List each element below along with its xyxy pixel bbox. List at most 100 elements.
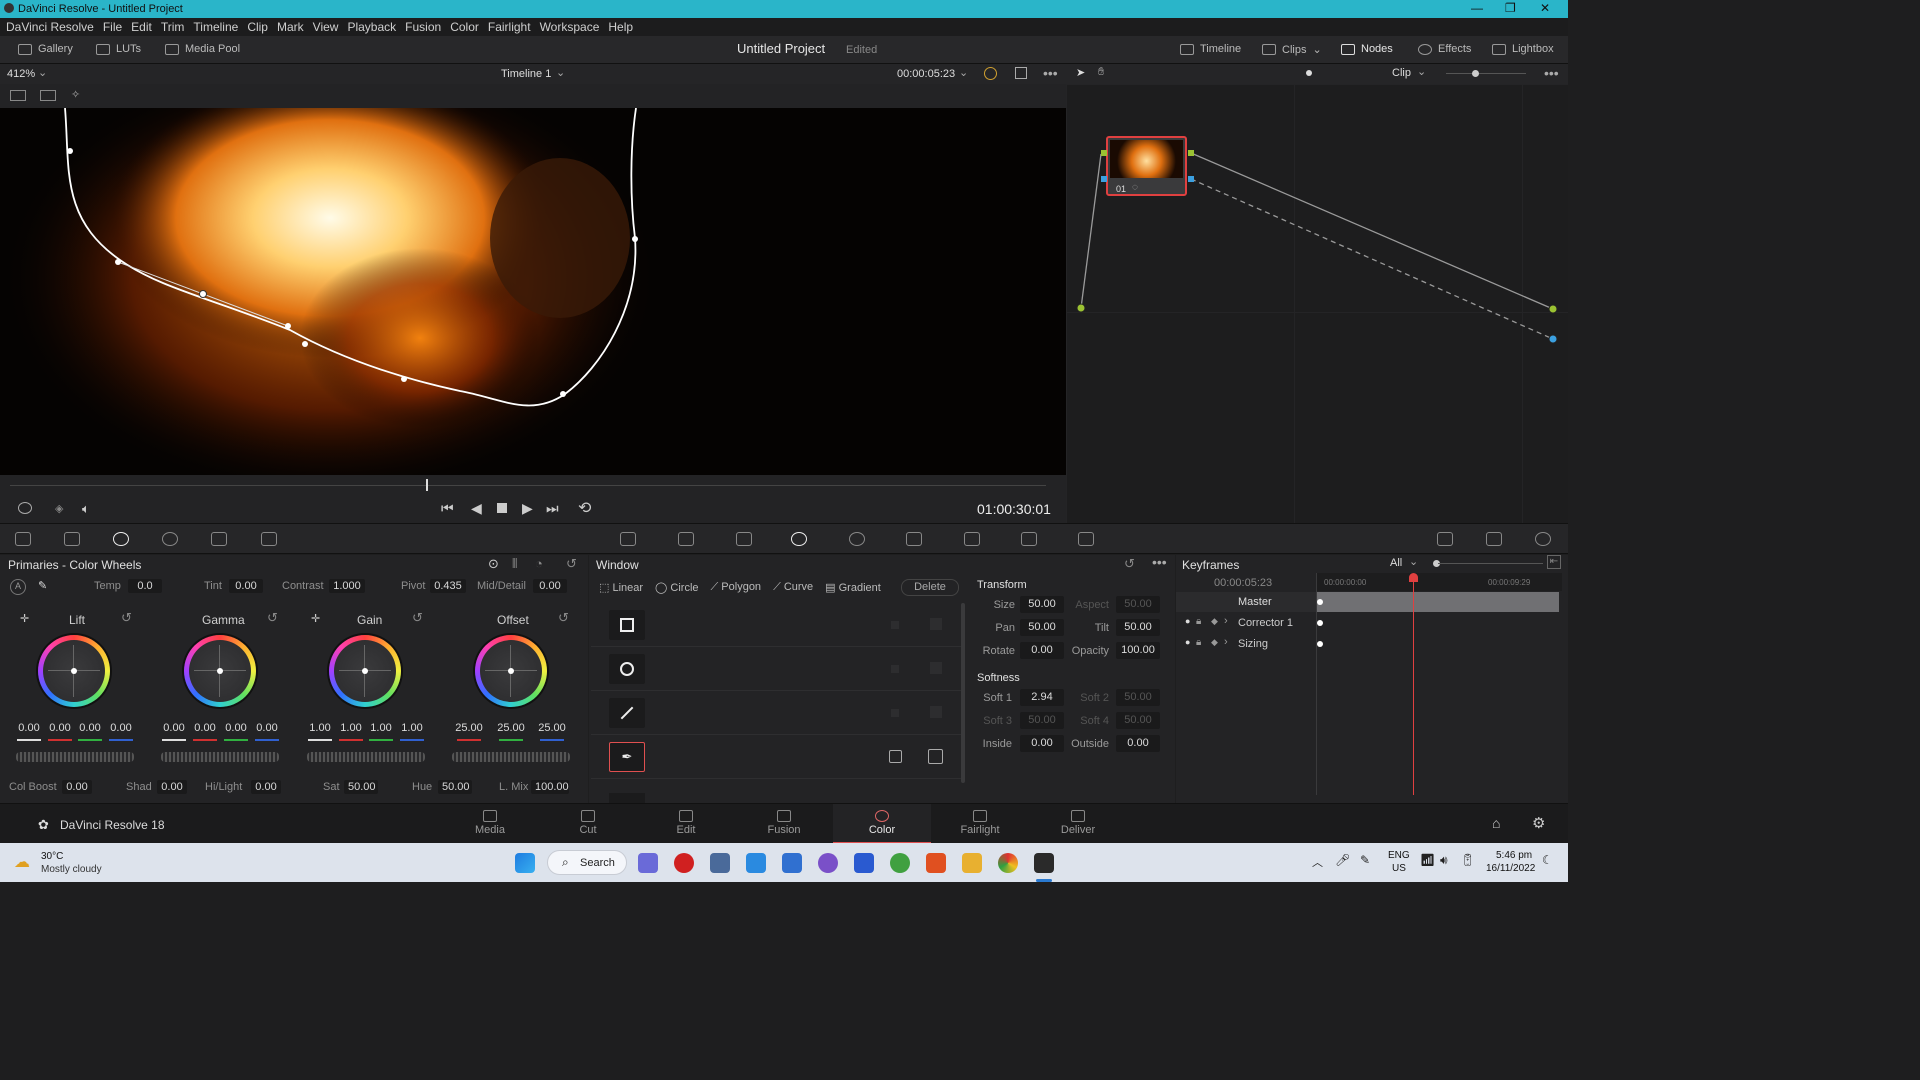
chevron-right-icon[interactable]: › <box>1224 615 1228 627</box>
pivot-field[interactable]: 0.435 <box>430 579 466 593</box>
soft2-field[interactable]: 50.00 <box>1116 689 1160 706</box>
lift-b-value[interactable]: 0.00 <box>107 722 135 734</box>
window-enable-toggle[interactable] <box>891 665 899 673</box>
keyframe-dot[interactable] <box>1317 599 1323 605</box>
volume-icon[interactable]: 🔊︎ <box>1440 853 1448 868</box>
keyframe-dot[interactable] <box>1317 620 1323 626</box>
page-dot[interactable] <box>1306 70 1312 76</box>
keyframe-filter[interactable]: All <box>1390 557 1402 569</box>
motion-effects-icon[interactable] <box>261 532 277 546</box>
pen-icon[interactable]: ✎ <box>1360 853 1370 867</box>
scrub-bar[interactable] <box>10 485 1046 486</box>
rotate-field[interactable]: 0.00 <box>1020 642 1064 659</box>
temp-field[interactable]: 0.0 <box>128 579 162 593</box>
app-icon[interactable] <box>710 853 730 873</box>
window-invert-toggle[interactable] <box>930 618 942 630</box>
reset-icon[interactable]: ↺ <box>1124 556 1135 572</box>
keyframe-playhead-handle[interactable] <box>1409 573 1418 582</box>
gallery-button[interactable]: Gallery <box>18 43 73 55</box>
region-indicator[interactable]: US <box>1392 863 1406 874</box>
chevron-down-icon[interactable]: ⌄ <box>1409 555 1418 568</box>
bitwarden-icon[interactable] <box>854 853 874 873</box>
contrast-field[interactable]: 1.000 <box>329 579 365 593</box>
magic-mask-icon[interactable] <box>906 532 922 546</box>
track-enable-icon[interactable]: ● <box>1185 637 1190 647</box>
gain-wheel[interactable] <box>329 635 401 707</box>
viber-icon[interactable] <box>818 853 838 873</box>
lift-g-value[interactable]: 0.00 <box>76 722 104 734</box>
keyframe-dot[interactable] <box>1317 641 1323 647</box>
maximize-button[interactable]: ❐ <box>1505 1 1516 15</box>
stop-icon[interactable] <box>497 503 507 513</box>
inside-field[interactable]: 0.00 <box>1020 735 1064 752</box>
color-wheels-icon[interactable] <box>113 532 129 546</box>
key-icon[interactable] <box>1021 532 1037 546</box>
lift-wheel-dot[interactable] <box>71 668 77 674</box>
battery-icon[interactable]: 🔋︎ <box>1460 853 1475 867</box>
picker-icon[interactable]: ✎ <box>38 579 47 592</box>
windows-start-icon[interactable] <box>515 853 535 873</box>
middetail-field[interactable]: 0.00 <box>533 579 567 593</box>
weather-desc[interactable]: Mostly cloudy <box>41 864 102 875</box>
lift-master-wheel[interactable] <box>16 752 134 762</box>
lift-y-value[interactable]: 0.00 <box>15 722 43 734</box>
hdr-wheels-icon[interactable] <box>162 532 178 546</box>
blur-icon[interactable] <box>964 532 980 546</box>
more-options-icon[interactable]: ••• <box>1152 554 1167 570</box>
more-options-icon[interactable]: ••• <box>1544 65 1559 81</box>
menu-clip[interactable]: Clip <box>247 20 268 34</box>
qualifier-icon[interactable] <box>736 532 752 546</box>
zoom-level[interactable]: 412% <box>7 68 35 80</box>
play-icon[interactable]: ▶︎ <box>522 500 533 517</box>
hue-field[interactable]: 50.00 <box>438 780 472 794</box>
menu-fusion[interactable]: Fusion <box>405 20 441 34</box>
page-cut[interactable]: Cut <box>539 804 637 844</box>
window-icon[interactable] <box>791 532 807 546</box>
track-master[interactable]: Master <box>1176 592 1316 612</box>
keyframe-icon[interactable]: ◆ <box>1211 616 1218 627</box>
gamma-r-value[interactable]: 0.00 <box>191 722 219 734</box>
tint-field[interactable]: 0.00 <box>229 579 263 593</box>
timeline-selector[interactable]: Timeline 1 <box>501 68 551 80</box>
gain-reset-icon[interactable]: ↺ <box>412 610 423 626</box>
curves-icon[interactable] <box>620 532 636 546</box>
menu-fairlight[interactable]: Fairlight <box>488 20 531 34</box>
circle-window-button[interactable] <box>609 654 645 684</box>
play-reverse-icon[interactable]: ◀︎ <box>471 500 482 517</box>
gain-g-value[interactable]: 1.00 <box>367 722 395 734</box>
node-key-output[interactable] <box>1188 176 1194 182</box>
chevron-up-icon[interactable]: ︿ <box>1312 854 1323 870</box>
gamma-reset-icon[interactable]: ↺ <box>267 610 278 626</box>
gain-y-value[interactable]: 1.00 <box>306 722 334 734</box>
shad-field[interactable]: 0.00 <box>157 780 187 794</box>
fullscreen-icon[interactable] <box>1015 67 1027 79</box>
skip-to-start-icon[interactable]: ⏮︎ <box>441 500 454 517</box>
offset-reset-icon[interactable]: ↺ <box>558 610 569 626</box>
opacity-field[interactable]: 100.00 <box>1116 642 1160 659</box>
weather-temp[interactable]: 30°C <box>41 851 63 862</box>
menu-view[interactable]: View <box>313 20 339 34</box>
chevron-down-icon[interactable]: ⌄ <box>1417 65 1426 78</box>
keyframe-zoom-slider[interactable] <box>1438 563 1543 564</box>
teams-chat-icon[interactable] <box>638 853 658 873</box>
node-mode-selector[interactable]: Clip <box>1392 67 1411 79</box>
lift-r-value[interactable]: 0.00 <box>46 722 74 734</box>
volume-icon[interactable]: 🔈︎ <box>82 501 90 517</box>
offset-b-value[interactable]: 25.00 <box>535 722 569 734</box>
window-list-scrollbar[interactable] <box>961 603 965 783</box>
skip-to-end-icon[interactable]: ⏭︎ <box>546 500 559 517</box>
gradient-tool[interactable]: ▤ Gradient <box>825 581 881 594</box>
offset-wheel[interactable] <box>475 635 547 707</box>
node-graph[interactable]: 01 ◌ <box>1066 84 1568 523</box>
menu-davinci-resolve[interactable]: DaVinci Resolve <box>6 20 94 34</box>
primaries-wheels-icon[interactable]: ⊙ <box>488 556 499 572</box>
pan-field[interactable]: 50.00 <box>1020 619 1064 636</box>
gain-picker-icon[interactable]: ✛ <box>311 612 320 625</box>
circle-tool[interactable]: ◯ Circle <box>655 581 699 594</box>
log-wheels-icon[interactable]: ◔ <box>535 556 543 571</box>
hand-icon[interactable]: ✋︎ <box>1098 66 1104 79</box>
brave-icon[interactable] <box>926 853 946 873</box>
soft3-field[interactable]: 50.00 <box>1020 712 1064 729</box>
minimize-button[interactable]: — <box>1471 1 1483 15</box>
viewer-image[interactable] <box>0 108 1066 475</box>
